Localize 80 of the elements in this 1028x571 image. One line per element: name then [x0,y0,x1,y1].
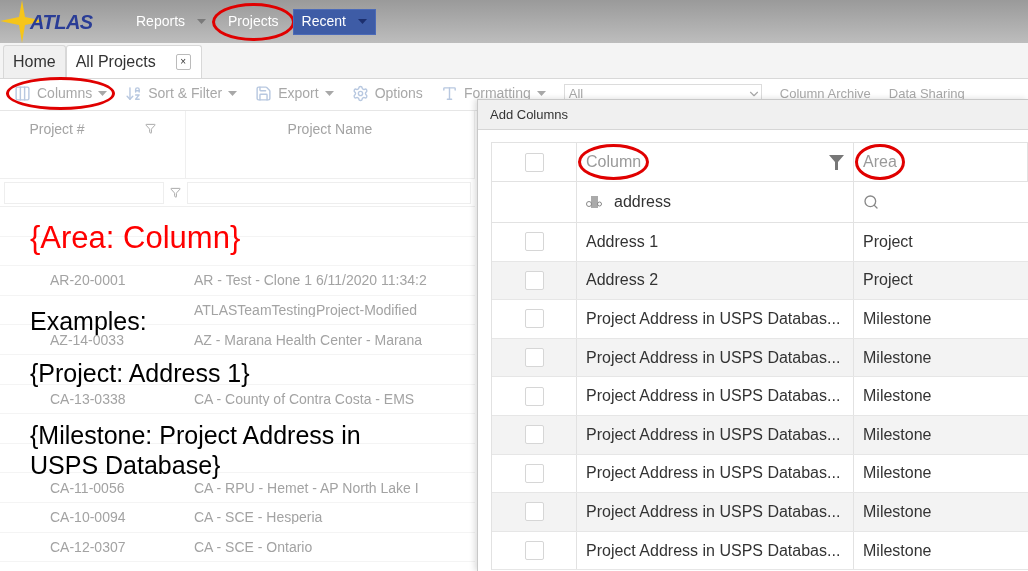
gears-icon [351,85,369,102]
checkbox[interactable] [524,502,544,522]
table-cell-text: Project Address in USPS Databas... [586,347,841,368]
checkbox[interactable] [524,463,544,483]
search-field[interactable]: address [577,182,854,222]
column-title: Column [586,153,642,170]
checkbox[interactable] [524,386,544,406]
table-cell-text: Address 1 [586,231,659,252]
table-cell: CA - SCE - Hesperia [194,510,323,525]
search-icon[interactable] [863,194,879,210]
caret-icon [197,19,207,24]
caret-icon [228,91,238,96]
table-row[interactable]: Project Address in USPS Databas... Milestone [492,531,1028,571]
filter-icon [829,154,844,170]
checkbox[interactable] [524,425,544,445]
checkbox[interactable] [524,348,544,368]
filter-icon [144,123,156,134]
filter-icon [170,187,181,198]
table-row[interactable]: Address 2 Project [492,261,1028,301]
table-cell: AR - Test - Clone 1 6/11/2020 11:34:2 [194,273,427,288]
table-cell: AZ - Marana Health Center - Marana [194,332,422,347]
table-cell-text: Milestone [863,540,932,561]
table-cell: CA - RPU - Hemet - AP North Lake I [194,480,419,495]
tab[interactable]: Home [3,45,66,78]
checkbox[interactable] [524,309,544,329]
columns-icon [14,85,31,102]
annotation-ellipse [855,144,905,180]
caret-icon [324,91,334,96]
table-cell: CA-13-0338 [50,390,126,407]
table-row[interactable]: Project Address in USPS Databas... Milestone [492,338,1028,378]
table-cell: CA - SCE - Ontario [194,539,313,554]
table-cell-text: Address 2 [586,270,659,291]
table-row[interactable]: Project Address in USPS Databas... Milestone [492,415,1028,455]
table-cell-text: Project [863,270,913,291]
caret-icon [357,19,367,24]
table-cell-text: Milestone [863,386,932,407]
checkbox[interactable] [524,270,544,290]
annotation-ellipse [578,144,650,180]
checkbox[interactable] [524,152,544,172]
table-cell-text: Project Address in USPS Databas... [586,386,841,407]
table-cell-text: Milestone [863,309,932,329]
menu-item[interactable]: Recent [292,8,376,35]
table-cell: CA-12-0307 [50,538,126,555]
table-row[interactable]: Project Address in USPS Databas... Milestone [492,493,1028,532]
logo: ATLAS [30,9,93,35]
table-cell-text: Project Address in USPS Databas... [586,501,841,522]
table-cell: CA-10-0094 [50,509,126,526]
table-cell: CA-11-0056 [50,479,125,496]
sort-icon [125,85,143,102]
table-row[interactable]: Address 1 Project [492,223,1028,262]
table-cell-text: Project [863,231,913,252]
save-icon [255,85,273,102]
table-cell-text: Milestone [863,347,932,368]
text-type-icon [586,196,602,208]
annotation-text: Examples: [30,308,147,334]
table-cell: ATLASTeamTestingProject-Modified [194,303,418,318]
table-cell-text: Project Address in USPS Databas... [586,424,841,445]
table-cell: AR-20-0001 [50,272,126,289]
table-cell-text: Milestone [863,424,932,445]
close-button[interactable]: × [175,54,191,70]
letter-icon [440,85,458,102]
table-row[interactable]: Project Address in USPS Databas... Milestone [492,300,1028,339]
table-cell-text: Project Address in USPS Databas... [586,540,841,561]
annotation-text: {Project: Address 1} [30,358,250,388]
tab[interactable]: All Projects × [65,45,202,78]
table-row[interactable]: Project Address in USPS Databas... Milestone [492,454,1028,494]
table-cell-text: Milestone [863,463,932,484]
dialog-title: Add Columns [490,105,569,124]
table-cell-text: Project Address in USPS Databas... [586,309,841,329]
annotation-text: {Milestone: Project Address in USPS Database} [30,420,362,480]
caret-icon [536,91,546,96]
column-title: Area [863,153,897,170]
table-cell-text: Milestone [863,501,932,522]
caret-icon [98,91,108,96]
checkbox[interactable] [524,232,544,252]
annotation-title: {Area: Column} [30,221,241,255]
checkbox[interactable] [524,541,544,561]
table-row[interactable]: Project Address in USPS Databas... Milestone [492,377,1028,416]
table-cell: CA - County of Contra Costa - EMS [194,391,415,406]
table-cell-text: Project Address in USPS Databas... [586,463,841,484]
